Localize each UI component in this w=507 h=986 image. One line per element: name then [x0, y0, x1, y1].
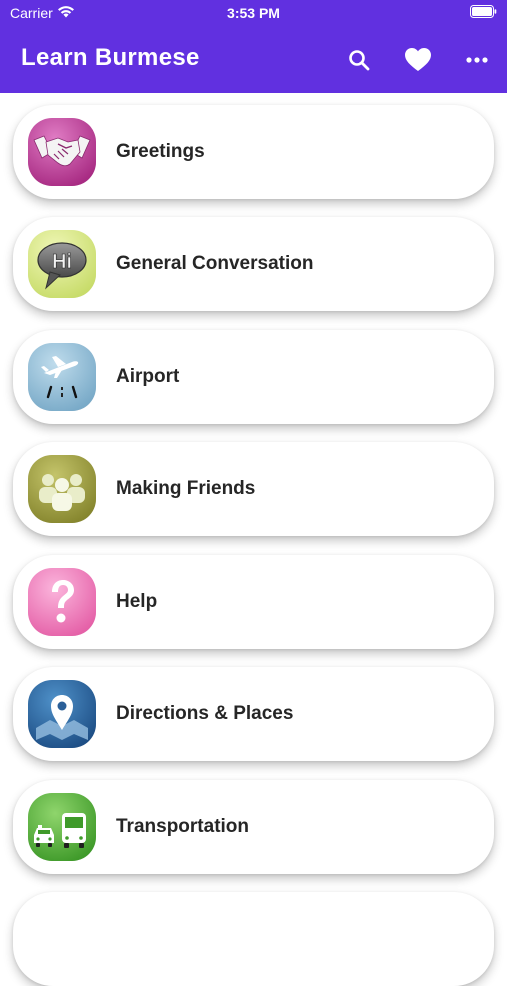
- handshake-icon: [28, 118, 96, 186]
- category-label: Help: [116, 591, 158, 612]
- question-mark-icon: [28, 568, 96, 636]
- search-icon[interactable]: [345, 46, 373, 74]
- category-card-partial[interactable]: [13, 892, 494, 986]
- category-label: Greetings: [116, 141, 205, 162]
- status-bar: Carrier 3:53 PM: [0, 0, 507, 28]
- category-label: General Conversation: [116, 253, 314, 274]
- category-card-transportation[interactable]: Transportation: [13, 780, 494, 874]
- category-card-help[interactable]: Help: [13, 555, 494, 649]
- people-icon: [28, 455, 96, 523]
- map-pin-icon: [28, 680, 96, 748]
- speech-bubble-icon: Hi: [28, 230, 96, 298]
- speech-bubble-text: Hi: [52, 251, 72, 273]
- more-icon[interactable]: [463, 46, 491, 74]
- airplane-icon: [28, 343, 96, 411]
- category-label: Making Friends: [116, 478, 256, 499]
- heart-icon[interactable]: [404, 46, 432, 74]
- category-card-directions-places[interactable]: Directions & Places: [13, 667, 494, 761]
- category-card-airport[interactable]: Airport: [13, 330, 494, 424]
- category-label: Airport: [116, 366, 180, 387]
- category-label: Directions & Places: [116, 703, 294, 724]
- app-bar: Carrier 3:53 PM Learn Burmese: [0, 0, 507, 93]
- taxi-bus-icon: [28, 793, 96, 861]
- nav-bar: Learn Burmese: [0, 28, 507, 93]
- status-time: 3:53 PM: [227, 5, 280, 21]
- category-card-greetings[interactable]: Greetings: [13, 105, 494, 199]
- category-label: Transportation: [116, 816, 250, 837]
- app-title: Learn Burmese: [21, 44, 200, 71]
- battery-icon: [470, 5, 497, 18]
- category-card-general-conversation[interactable]: Hi General Conversation: [13, 217, 494, 311]
- category-card-making-friends[interactable]: Making Friends: [13, 442, 494, 536]
